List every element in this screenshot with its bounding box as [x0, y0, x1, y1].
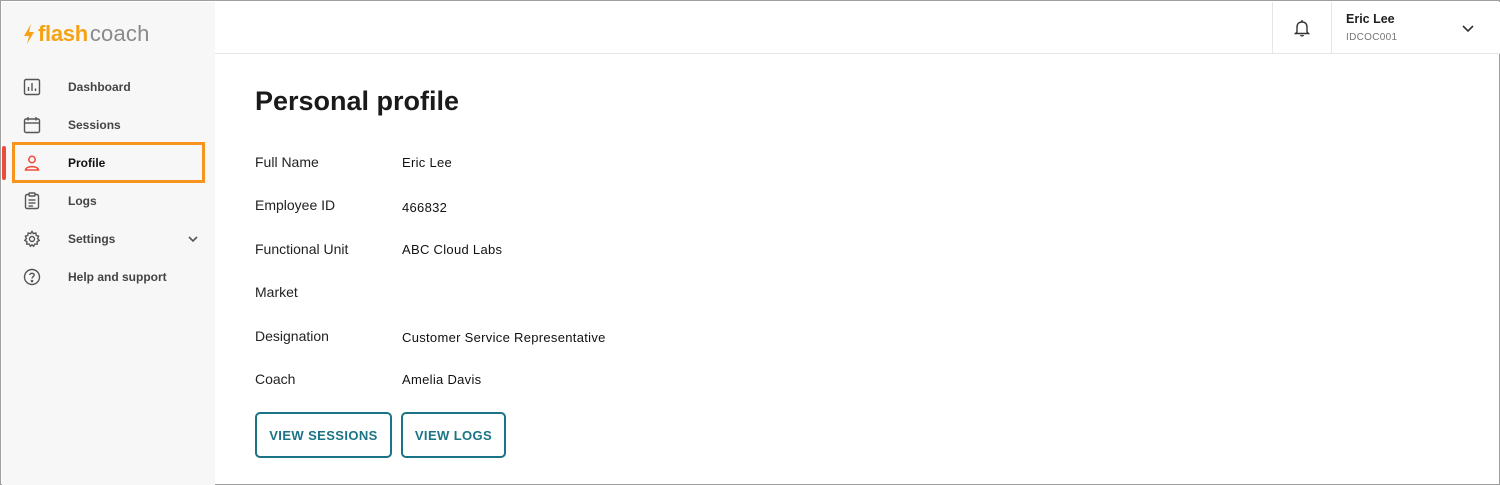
sidebar-item-label: Settings: [68, 231, 116, 246]
sidebar-item-sessions[interactable]: Sessions: [2, 106, 215, 143]
app-frame: flash coach Dashboard Sessions Profile L…: [0, 0, 1500, 485]
sidebar-item-logs[interactable]: Logs: [2, 182, 215, 219]
field-value-full-name: Eric Lee: [402, 155, 453, 170]
user-id: IDCOC001: [1346, 32, 1398, 43]
sidebar-item-label: Help and support: [68, 269, 167, 284]
field-label-functional-unit: Functional Unit: [255, 241, 349, 257]
gear-icon: [22, 229, 42, 249]
sidebar-item-help[interactable]: Help and support: [2, 258, 215, 295]
calendar-icon: [22, 115, 42, 135]
app-logo[interactable]: flash coach: [22, 20, 150, 48]
field-value-designation: Customer Service Representative: [402, 330, 606, 345]
user-menu-chevron-icon[interactable]: [1460, 20, 1476, 36]
sidebar-item-label: Sessions: [68, 117, 121, 132]
chevron-down-icon[interactable]: [186, 232, 200, 246]
view-sessions-button[interactable]: VIEW SESSIONS: [255, 412, 392, 458]
field-value-employee-id: 466832: [402, 200, 448, 215]
logo-coach-text: coach: [89, 21, 150, 46]
logo-flash-text: flash: [38, 21, 88, 46]
field-label-full-name: Full Name: [255, 154, 319, 170]
user-name: Eric Lee: [1346, 12, 1395, 26]
notifications-button[interactable]: [1272, 2, 1332, 54]
sidebar-item-label: Dashboard: [68, 79, 131, 94]
clipboard-icon: [22, 191, 42, 211]
lightning-bolt-icon: [24, 24, 34, 44]
sidebar-item-settings[interactable]: Settings: [2, 220, 215, 257]
field-value-functional-unit: ABC Cloud Labs: [402, 242, 503, 257]
sidebar-item-dashboard[interactable]: Dashboard: [2, 68, 215, 105]
highlight-box: [12, 142, 205, 183]
field-label-market: Market: [255, 284, 298, 300]
active-indicator: [2, 146, 6, 180]
view-logs-button[interactable]: VIEW LOGS: [401, 412, 506, 458]
field-label-coach: Coach: [255, 371, 296, 387]
bell-icon: [1294, 20, 1310, 37]
sidebar-item-label: Logs: [68, 193, 97, 208]
help-icon: [22, 267, 42, 287]
field-value-coach: Amelia Davis: [402, 372, 482, 387]
chart-icon: [22, 77, 42, 97]
field-label-designation: Designation: [255, 328, 329, 344]
top-header: Eric Lee IDCOC001: [215, 2, 1500, 54]
sidebar: flash coach Dashboard Sessions Profile L…: [2, 2, 215, 485]
field-label-employee-id: Employee ID: [255, 197, 336, 213]
page-title: Personal profile: [255, 86, 460, 116]
